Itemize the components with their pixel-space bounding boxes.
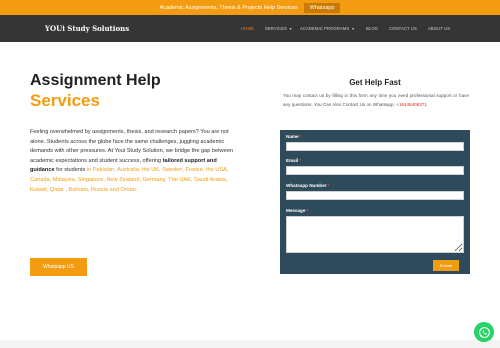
help-desc-text: You may contact us by filling in this fo… — [283, 93, 469, 107]
main-navbar: YOUi Study Solutions HOME SERVICES ▼ ACAD… — [0, 15, 500, 42]
nav-item-label: ABOUT US — [428, 26, 451, 31]
page-title-line2: Services — [30, 91, 100, 110]
nav-item-label: BLOG — [366, 26, 379, 31]
page-title-line1: Assignment Help — [30, 72, 161, 89]
email-label-text: Email — [286, 158, 299, 163]
required-mark: * — [306, 208, 309, 213]
required-mark: * — [299, 134, 302, 139]
nav-item-about-us[interactable]: ABOUT US — [428, 26, 450, 31]
intro-text-2: for students — [54, 167, 87, 174]
chevron-down-icon: ▼ — [288, 27, 293, 31]
whatsapp-float-button[interactable] — [474, 322, 494, 342]
contact-form: Name* Email* Whatsapp Number* Message* S… — [280, 130, 470, 274]
message-field[interactable] — [286, 216, 464, 253]
help-description: You may contact us by filling in this fo… — [283, 92, 469, 109]
nav-item-home[interactable]: HOME — [241, 26, 254, 31]
name-field[interactable] — [286, 142, 464, 151]
whatsapp-number-label-text: Whatsapp Number — [286, 183, 327, 188]
whatsapp-number-field[interactable] — [286, 191, 464, 200]
chevron-down-icon: ▼ — [351, 27, 355, 31]
message-label-text: Message — [286, 208, 306, 213]
nav-item-contact-us[interactable]: CONTACT US — [389, 26, 417, 31]
name-label-text: Name — [286, 134, 299, 139]
footer-strip — [0, 340, 500, 348]
announcement-text: Academic Assignments, Thesis & Projects … — [159, 4, 298, 11]
whatsapp-us-button[interactable]: Whatsapp US — [30, 258, 87, 276]
nav-item-services[interactable]: SERVICES ▼ — [265, 26, 292, 31]
nav-menu: HOME SERVICES ▼ ACADEMIC PROGRAMS ▼ BLOG C… — [0, 15, 500, 42]
whatsapp-top-button[interactable]: Whatsapp — [303, 2, 341, 13]
nav-item-label: SERVICES — [265, 26, 287, 31]
nav-item-label: HOME — [241, 26, 254, 31]
whatsapp-phone-link[interactable]: +19145406371 — [396, 102, 427, 107]
name-label: Name* — [286, 134, 301, 139]
nav-item-blog[interactable]: BLOG — [366, 26, 378, 31]
intro-paragraph: Feeling overwhelmed by assignments, thes… — [30, 128, 240, 195]
submit-button[interactable]: Submit — [433, 260, 459, 271]
top-announcement-bar: Academic Assignments, Thesis & Projects … — [0, 0, 500, 15]
whatsapp-number-label: Whatsapp Number* — [286, 183, 329, 188]
required-mark: * — [299, 158, 302, 163]
help-heading: Get Help Fast — [349, 78, 401, 87]
message-label: Message* — [286, 208, 308, 213]
email-label: Email* — [286, 158, 301, 163]
email-field[interactable] — [286, 166, 464, 175]
nav-item-label: CONTACT US — [389, 26, 417, 31]
nav-item-label: ACADEMIC PROGRAMS — [300, 26, 350, 31]
required-mark: * — [327, 183, 330, 188]
nav-item-academic-programs[interactable]: ACADEMIC PROGRAMS ▼ — [300, 26, 355, 31]
whatsapp-icon — [478, 326, 490, 338]
